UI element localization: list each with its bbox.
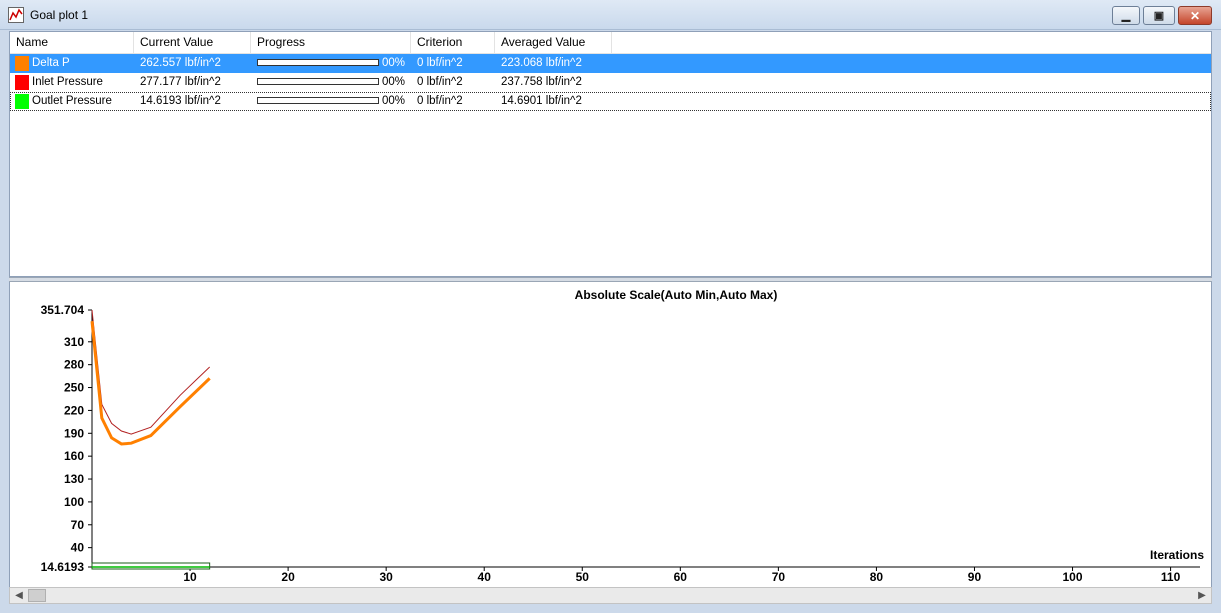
progress-bar <box>257 78 379 85</box>
progress-label: 00% <box>382 57 406 69</box>
x-axis-label: Iterations <box>1150 548 1204 562</box>
x-tick-label: 90 <box>968 570 982 584</box>
series-color-swatch <box>15 56 29 71</box>
maximize-icon: ▣ <box>1153 10 1165 22</box>
minimize-button[interactable]: ▁ <box>1112 6 1140 25</box>
table-header: Name Current Value Progress Criterion Av… <box>10 32 1211 54</box>
y-tick-label: 14.6193 <box>41 560 85 574</box>
averaged-value: 223.068 lbf/in^2 <box>501 57 582 69</box>
current-value: 262.557 lbf/in^2 <box>140 57 221 69</box>
table-row[interactable]: Outlet Pressure 14.6193 lbf/in^2 00% 0 l… <box>10 92 1211 111</box>
x-tick-label: 10 <box>183 570 197 584</box>
series-delta-p <box>90 321 211 446</box>
goal-chart: Absolute Scale(Auto Min,Auto Max) 351.704… <box>41 288 1205 584</box>
header-current-value[interactable]: Current Value <box>134 32 251 53</box>
current-value: 14.6193 lbf/in^2 <box>140 95 221 107</box>
y-tick-label: 70 <box>71 518 85 532</box>
averaged-value: 237.758 lbf/in^2 <box>501 76 582 88</box>
scroll-right-icon[interactable]: ▶ <box>1194 588 1210 603</box>
x-tick-label: 40 <box>478 570 492 584</box>
scroll-left-icon[interactable]: ◀ <box>11 588 27 603</box>
x-tick-label: 110 <box>1161 570 1181 584</box>
progress-label: 00% <box>382 76 406 88</box>
series-color-swatch <box>15 75 29 90</box>
plot-pane: Absolute Scale(Auto Min,Auto Max) 351.704… <box>9 282 1212 587</box>
y-tick-label: 160 <box>64 449 84 463</box>
y-tick-label: 310 <box>64 335 84 349</box>
goals-table: Name Current Value Progress Criterion Av… <box>9 31 1212 277</box>
chart-title: Absolute Scale(Auto Min,Auto Max) <box>575 288 778 302</box>
table-row[interactable]: Inlet Pressure 277.177 lbf/in^2 00% 0 lb… <box>10 73 1211 92</box>
close-icon: ✕ <box>1189 8 1201 23</box>
window-title: Goal plot 1 <box>30 8 89 22</box>
goal-name: Inlet Pressure <box>32 76 103 88</box>
table-row[interactable]: Delta P 262.557 lbf/in^2 00% 0 lbf/in^2 … <box>10 54 1211 73</box>
averaged-value: 14.6901 lbf/in^2 <box>501 95 582 107</box>
goal-name: Delta P <box>32 57 70 69</box>
x-tick-label: 30 <box>379 570 393 584</box>
criterion-value: 0 lbf/in^2 <box>417 76 463 88</box>
x-tick-label: 70 <box>772 570 786 584</box>
x-tick-label: 100 <box>1063 570 1083 584</box>
progress-bar <box>257 97 379 104</box>
x-tick-label: 50 <box>576 570 590 584</box>
progress-bar <box>257 59 379 66</box>
y-tick-label: 280 <box>64 358 84 372</box>
title-bar: Goal plot 1 ▁ ▣ ✕ <box>0 0 1221 30</box>
horizontal-scrollbar[interactable]: ◀ ▶ <box>9 587 1212 604</box>
scroll-thumb[interactable] <box>28 589 46 602</box>
x-tick-label: 60 <box>674 570 688 584</box>
maximize-button[interactable]: ▣ <box>1143 6 1175 25</box>
y-tick-label: 130 <box>64 472 84 486</box>
x-tick-label: 20 <box>281 570 295 584</box>
header-criterion[interactable]: Criterion <box>411 32 495 53</box>
minimize-icon: ▁ <box>1121 10 1131 22</box>
y-tick-label: 40 <box>71 541 85 555</box>
header-name[interactable]: Name <box>10 32 134 53</box>
current-value: 277.177 lbf/in^2 <box>140 76 221 88</box>
header-averaged-value[interactable]: Averaged Value <box>495 32 612 53</box>
close-button[interactable]: ✕ <box>1178 6 1212 25</box>
progress-label: 00% <box>382 95 406 107</box>
goal-plot-icon <box>8 7 24 23</box>
header-progress[interactable]: Progress <box>251 32 411 53</box>
series-outlet-pressure-band <box>91 562 211 570</box>
x-tick-label: 80 <box>870 570 884 584</box>
y-tick-label: 220 <box>64 403 84 417</box>
criterion-value: 0 lbf/in^2 <box>417 57 463 69</box>
y-tick-label: 100 <box>64 495 84 509</box>
y-tick-label: 351.704 <box>41 303 85 317</box>
goal-name: Outlet Pressure <box>32 95 112 107</box>
y-tick-label: 190 <box>64 426 84 440</box>
y-tick-label: 250 <box>64 381 84 395</box>
criterion-value: 0 lbf/in^2 <box>417 95 463 107</box>
series-color-swatch <box>15 94 29 109</box>
series-inlet-pressure <box>91 309 211 435</box>
